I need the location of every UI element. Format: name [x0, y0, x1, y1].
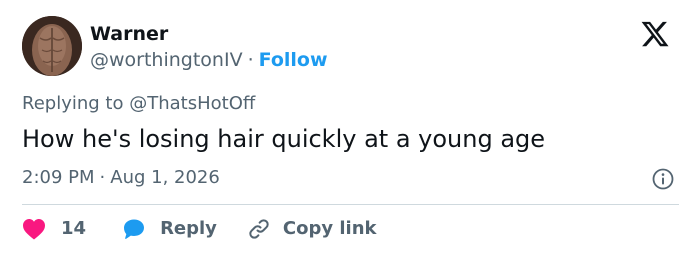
- heart-icon: [23, 219, 45, 240]
- info-icon[interactable]: [651, 167, 675, 191]
- tweet-text: How he's losing hair quickly at a young …: [22, 125, 546, 153]
- reply-label: Reply: [160, 218, 217, 239]
- divider: [22, 204, 679, 205]
- reply-context: Replying to @ThatsHotOff: [22, 92, 255, 116]
- author-handle[interactable]: @worthingtonIV: [90, 49, 243, 71]
- reply-context-prefix: Replying to: [22, 93, 124, 114]
- reply-button[interactable]: Reply: [122, 217, 217, 241]
- copy-link-button[interactable]: Copy link: [247, 217, 377, 241]
- separator-dot: ·: [99, 167, 106, 188]
- author-handle-row: @worthingtonIV · Follow: [90, 48, 328, 72]
- reply-mention-link[interactable]: @ThatsHotOff: [129, 93, 255, 114]
- tweet-date: Aug 1, 2026: [110, 167, 220, 188]
- tweet-card: Warner @worthingtonIV · Follow Replying to…: [0, 0, 700, 256]
- separator-dot: ·: [247, 49, 254, 71]
- tweet-timestamp[interactable]: 2:09 PM · Aug 1, 2026: [22, 166, 220, 190]
- author-name[interactable]: Warner: [90, 22, 168, 46]
- link-icon: [249, 219, 269, 239]
- speech-bubble-icon: [124, 219, 145, 239]
- tweet-time: 2:09 PM: [22, 167, 95, 188]
- avatar[interactable]: [22, 16, 82, 76]
- like-button[interactable]: 14: [22, 217, 86, 241]
- copy-link-label: Copy link: [282, 218, 377, 239]
- x-logo-icon[interactable]: [640, 19, 670, 49]
- action-bar: 14 Reply Copy link: [22, 216, 377, 242]
- follow-button[interactable]: Follow: [259, 49, 328, 71]
- like-count: 14: [61, 218, 87, 239]
